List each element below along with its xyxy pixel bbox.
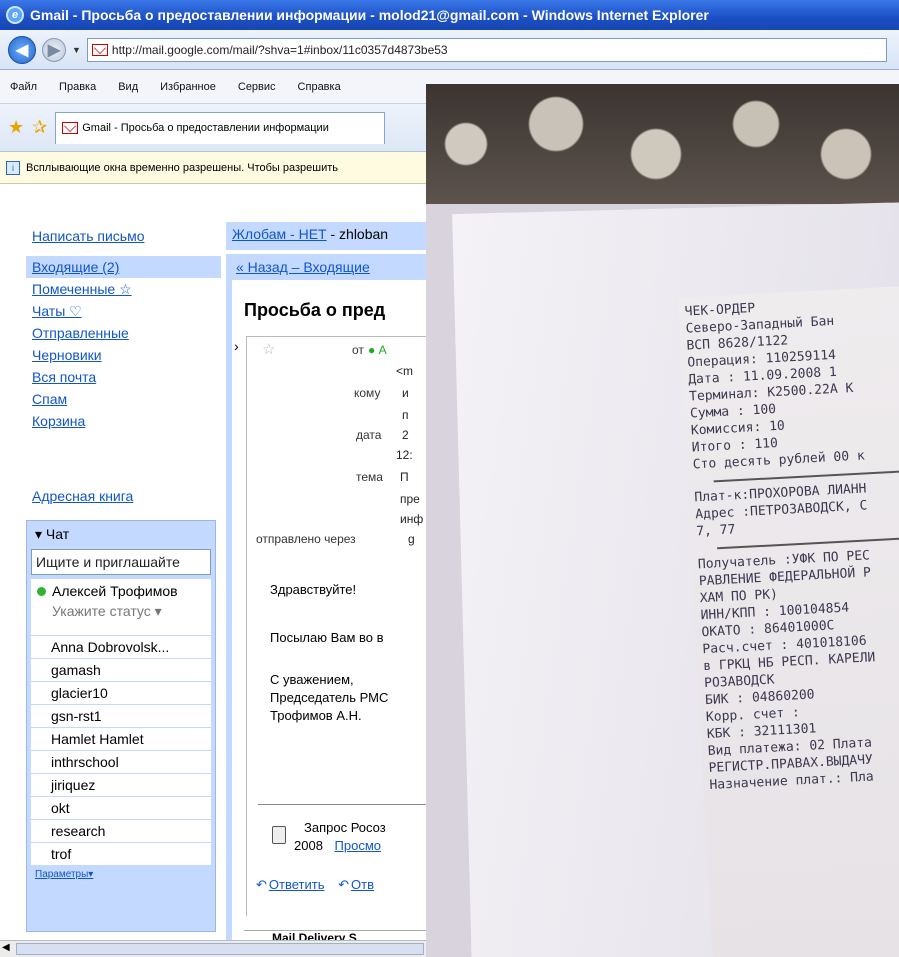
attachment-view-link[interactable]: Просмо	[335, 838, 381, 853]
sidebar-item-starred[interactable]: Помеченные ☆	[26, 278, 221, 300]
sidebar-item-spam[interactable]: Спам	[26, 388, 221, 410]
attachment-divider	[258, 804, 426, 805]
from-label: от	[352, 343, 364, 357]
menu-favorites[interactable]: Избранное	[160, 81, 216, 93]
chat-contact[interactable]: research	[31, 819, 211, 842]
online-status-icon	[37, 586, 46, 596]
chat-self-name: Алексей Трофимов	[52, 583, 178, 599]
chat-panel: ▾ Чат Ищите и приглашайте Алексей Трофим…	[26, 520, 216, 932]
browser-tab[interactable]: Gmail - Просьба о предоставлении информа…	[55, 111, 386, 144]
tab-title: Gmail - Просьба о предоставлении информа…	[82, 122, 329, 134]
infobar-text: Всплывающие окна временно разрешены. Что…	[26, 161, 339, 174]
scroll-left-icon[interactable]: ◀	[2, 942, 10, 953]
chat-contact[interactable]: gamash	[31, 658, 211, 681]
sidebar-item-inbox[interactable]: Входящие (2)	[26, 256, 221, 278]
reply-all-icon: ↶	[338, 877, 350, 892]
url-field[interactable]: http://mail.google.com/mail/?shva=1#inbo…	[86, 37, 887, 62]
menu-help[interactable]: Справка	[298, 81, 341, 93]
screen: e Gmail - Просьба о предоставлении инфор…	[0, 0, 899, 957]
address-bar: ◀ ▶ ▼ http://mail.google.com/mail/?shva=…	[0, 30, 899, 70]
chat-contact[interactable]: Anna Dobrovolsk...	[31, 635, 211, 658]
reply-link[interactable]: Ответить	[269, 877, 325, 892]
time-value: 12:	[396, 448, 413, 462]
sidebar-nav: Входящие (2) Помеченные ☆ Чаты ♡ Отправл…	[26, 256, 221, 432]
chat-contact[interactable]: Hamlet Hamlet	[31, 727, 211, 750]
to-value: и	[402, 386, 409, 400]
chat-contact[interactable]: trof	[31, 842, 211, 865]
topic-value-2: пре	[400, 492, 420, 506]
message-subject: Просьба о пред	[244, 300, 386, 320]
back-to-inbox-link[interactable]: « Назад – Входящие	[236, 259, 370, 275]
add-favorite-icon[interactable]: ✰	[32, 117, 47, 138]
infobar-icon: i	[6, 160, 20, 175]
url-text: http://mail.google.com/mail/?shva=1#inbo…	[111, 42, 448, 57]
chat-self: Алексей Трофимов Укажите статус ▾	[31, 579, 211, 635]
topic-value-3: инф	[400, 512, 424, 526]
sidebar-item-chats[interactable]: Чаты ♡	[26, 300, 221, 322]
from-address: <m	[396, 364, 414, 378]
chat-contact[interactable]: glacier10	[31, 681, 211, 704]
lace-tablecloth-image	[426, 84, 899, 204]
ie-logo-icon: e	[6, 6, 24, 24]
signature-line-3: Трофимов А.Н.	[270, 708, 362, 723]
signature-line-1: С уважением,	[270, 672, 354, 687]
menu-tools[interactable]: Сервис	[238, 81, 276, 93]
menu-edit[interactable]: Правка	[59, 81, 96, 93]
attachment-name: Запрос Росоз	[304, 820, 386, 835]
importance-marker-icon: ›	[234, 338, 239, 354]
chat-search-input[interactable]: Ищите и приглашайте	[31, 549, 211, 575]
menu-view[interactable]: Вид	[118, 81, 138, 93]
horizontal-scrollbar[interactable]: ◀	[0, 940, 432, 957]
chat-contact-list: Anna Dobrovolsk... gamash glacier10 gsn-…	[31, 635, 211, 865]
document-icon	[272, 826, 286, 844]
back-arrow-icon[interactable]: ◀	[8, 35, 36, 64]
sidebar-item-trash[interactable]: Корзина	[26, 410, 221, 432]
from-value[interactable]: ● А	[368, 343, 387, 357]
reply-icon: ↶	[256, 877, 267, 892]
window-title: Gmail - Просьба о предоставлении информа…	[30, 7, 709, 23]
chat-contact[interactable]: jiriquez	[31, 773, 211, 796]
to-value-2: п	[402, 408, 409, 422]
sidebar-item-sent[interactable]: Отправленные	[26, 322, 221, 344]
chat-options-link[interactable]: Параметры▾	[27, 865, 215, 884]
attachment-year: 2008	[294, 838, 323, 853]
date-label: дата	[356, 428, 382, 442]
via-value: g	[408, 532, 415, 546]
reply-all-link[interactable]: Отв	[351, 877, 374, 892]
body-text: Посылаю Вам во в	[270, 630, 384, 645]
sidebar-item-all-mail[interactable]: Вся почта	[26, 366, 221, 388]
topic-value: П	[400, 470, 409, 484]
date-value: 2	[402, 428, 409, 442]
chat-contact[interactable]: gsn-rst1	[31, 704, 211, 727]
favorites-star-icon[interactable]: ★	[8, 117, 24, 138]
menu-file[interactable]: Файл	[10, 81, 37, 93]
body-greeting: Здравствуйте!	[270, 582, 357, 597]
via-label: отправлено через	[256, 532, 356, 546]
star-icon[interactable]: ☆	[262, 340, 275, 358]
gmail-favicon-icon	[91, 43, 108, 56]
chat-header[interactable]: ▾ Чат	[27, 521, 215, 547]
address-book-link[interactable]: Адресная книга	[32, 488, 133, 504]
window-titlebar: e Gmail - Просьба о предоставлении инфор…	[0, 0, 899, 30]
sender-line: Жлобам - НЕТ - zhloban	[232, 226, 388, 242]
receipt-photo: ЧЕК-ОРДЕР Северо-Западный Бан ВСП 8628/1…	[426, 84, 899, 957]
topic-label: тема	[356, 470, 383, 484]
sidebar-item-drafts[interactable]: Черновики	[26, 344, 221, 366]
reply-actions: ↶ Ответить ↶ Отв	[256, 877, 384, 893]
sender-suffix: - zhloban	[326, 226, 389, 242]
signature-line-2: Председатель РМС	[270, 690, 389, 705]
chat-contact[interactable]: okt	[31, 796, 211, 819]
receipt-slip: ЧЕК-ОРДЕР Северо-Западный Бан ВСП 8628/1…	[678, 285, 899, 957]
tab-gmail-icon	[62, 122, 79, 134]
sender-link[interactable]: Жлобам - НЕТ	[232, 226, 327, 242]
compose-link[interactable]: Написать письмо	[32, 228, 144, 244]
forward-arrow-icon[interactable]: ▶	[42, 37, 66, 62]
to-label: кому	[354, 386, 381, 400]
scroll-thumb[interactable]	[16, 943, 424, 955]
status-dropdown[interactable]: Укажите статус ▾	[37, 603, 205, 620]
history-dropdown-icon[interactable]: ▼	[72, 45, 81, 55]
chat-contact[interactable]: inthrschool	[31, 750, 211, 773]
